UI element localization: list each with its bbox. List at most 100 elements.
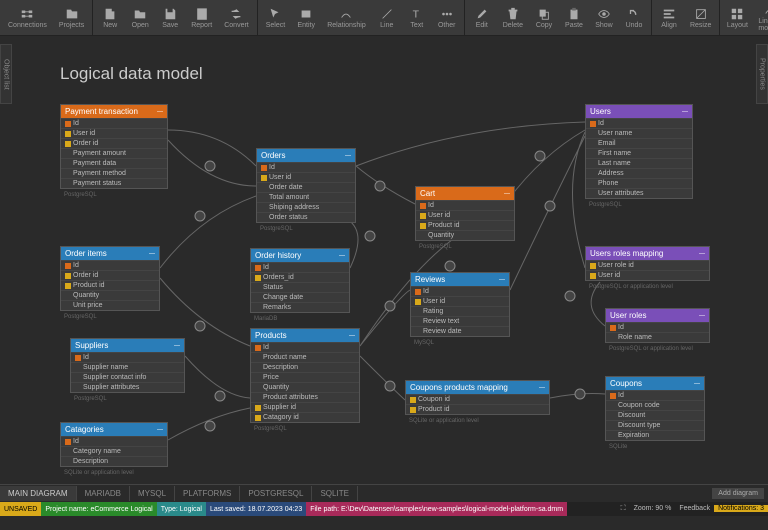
entity-field[interactable]: Id [606, 390, 704, 400]
undo-button[interactable]: Undo [619, 0, 649, 35]
collapse-icon[interactable]: — [539, 385, 545, 391]
report-button[interactable]: Report [185, 0, 218, 35]
entity-field[interactable]: Id [61, 260, 159, 270]
entity-field[interactable]: Order date [257, 182, 355, 192]
resize-button[interactable]: Resize [684, 0, 717, 35]
entity-field[interactable]: Product name [251, 352, 359, 362]
text-button[interactable]: TText [402, 0, 432, 35]
entity-field[interactable]: Rating [411, 306, 509, 316]
entity-categories[interactable]: Catagories—IdCategory nameDescription [60, 422, 168, 467]
entity-usersroles[interactable]: Users roles mapping—User role idUser id [585, 246, 710, 281]
entity-field[interactable]: Quantity [416, 230, 514, 240]
entity-field[interactable]: User name [586, 128, 692, 138]
collapse-icon[interactable]: — [699, 251, 705, 257]
notifications-badge[interactable]: Notifications: 3 [714, 505, 768, 512]
other-button[interactable]: Other [432, 0, 462, 35]
entity-field[interactable]: First name [586, 148, 692, 158]
entity-field[interactable]: Payment data [61, 158, 167, 168]
entity-coupons[interactable]: Coupons—IdCoupon codeDiscountDiscount ty… [605, 376, 705, 441]
entity-field[interactable]: Id [251, 342, 359, 352]
entity-reviews[interactable]: Reviews—IdUser idRatingReview textReview… [410, 272, 510, 337]
entity-header[interactable]: Payment transaction— [61, 105, 167, 118]
entity-header[interactable]: Orders— [257, 149, 355, 162]
show-button[interactable]: Show [589, 0, 619, 35]
tab-mariadb[interactable]: MARIADB [77, 486, 130, 501]
entity-field[interactable]: Orders_id [251, 272, 349, 282]
entity-field[interactable]: Supplier contact info [71, 372, 184, 382]
tab-sqlite[interactable]: SQLITE [312, 486, 357, 501]
entity-header[interactable]: Coupons products mapping— [406, 381, 549, 394]
collapse-icon[interactable]: — [157, 109, 163, 115]
collapse-icon[interactable]: — [149, 251, 155, 257]
entity-header[interactable]: Cart— [416, 187, 514, 200]
fit-icon[interactable]: ⛶ [617, 505, 630, 513]
entity-field[interactable]: Phone [586, 178, 692, 188]
relationship-button[interactable]: Relationship [321, 0, 372, 35]
entity-field[interactable]: Review date [411, 326, 509, 336]
entity-payment[interactable]: Payment transaction—IdUser idOrder idPay… [60, 104, 168, 189]
entity-header[interactable]: Products— [251, 329, 359, 342]
entity-field[interactable]: Last name [586, 158, 692, 168]
entity-field[interactable]: Id [586, 118, 692, 128]
entity-header[interactable]: Coupons— [606, 377, 704, 390]
entity-header[interactable]: Reviews— [411, 273, 509, 286]
collapse-icon[interactable]: — [499, 277, 505, 283]
entity-field[interactable]: Order id [61, 138, 167, 148]
entity-field[interactable]: Id [257, 162, 355, 172]
entity-field[interactable]: Total amount [257, 192, 355, 202]
entity-field[interactable]: Review text [411, 316, 509, 326]
entity-header[interactable]: Order history— [251, 249, 349, 262]
entity-field[interactable]: Category name [61, 446, 167, 456]
entity-field[interactable]: Discount type [606, 420, 704, 430]
entity-field[interactable]: Shiping address [257, 202, 355, 212]
open-button[interactable]: Open [125, 0, 155, 35]
collapse-icon[interactable]: — [694, 381, 700, 387]
entity-field[interactable]: Coupon code [606, 400, 704, 410]
entity-field[interactable]: Description [251, 362, 359, 372]
entity-field[interactable]: Id [71, 352, 184, 362]
tab-main-diagram[interactable]: MAIN DIAGRAM [0, 486, 77, 501]
diagram-canvas[interactable]: Object list Properties Logical data mode… [0, 36, 768, 484]
feedback-link[interactable]: Feedback [675, 505, 714, 512]
copy-button[interactable]: Copy [529, 0, 559, 35]
tab-postgresql[interactable]: POSTGRESQL [240, 486, 312, 501]
entity-field[interactable]: User id [61, 128, 167, 138]
new-button[interactable]: New [95, 0, 125, 35]
collapse-icon[interactable]: — [345, 153, 351, 159]
entity-field[interactable]: User id [416, 210, 514, 220]
entity-field[interactable]: Id [61, 436, 167, 446]
entity-userroles[interactable]: User roles—IdRole name [605, 308, 710, 343]
entity-couponsmap[interactable]: Coupons products mapping—Coupon idProduc… [405, 380, 550, 415]
entity-field[interactable]: User id [411, 296, 509, 306]
entity-field[interactable]: Order id [61, 270, 159, 280]
properties-tab[interactable]: Properties [756, 44, 768, 104]
entity-button[interactable]: Entity [291, 0, 321, 35]
entity-header[interactable]: Catagories— [61, 423, 167, 436]
entity-field[interactable]: Unit price [61, 300, 159, 310]
linemode-button[interactable]: Line mode [752, 0, 768, 35]
save-button[interactable]: Save [155, 0, 185, 35]
delete-button[interactable]: Delete [497, 0, 529, 35]
entity-orderitems[interactable]: Order items—IdOrder idProduct idQuantity… [60, 246, 160, 311]
collapse-icon[interactable]: — [699, 313, 705, 319]
entity-field[interactable]: Quantity [61, 290, 159, 300]
entity-field[interactable]: Coupon id [406, 394, 549, 404]
tab-mysql[interactable]: MYSQL [130, 486, 175, 501]
entity-orders[interactable]: Orders—IdUser idOrder dateTotal amountSh… [256, 148, 356, 223]
entity-field[interactable]: Supplier attributes [71, 382, 184, 392]
entity-header[interactable]: User roles— [606, 309, 709, 322]
edit-button[interactable]: Edit [467, 0, 497, 35]
align-button[interactable]: Align [654, 0, 684, 35]
entity-field[interactable]: Catagory id [251, 412, 359, 422]
entity-field[interactable]: User id [257, 172, 355, 182]
entity-field[interactable]: User attributes [586, 188, 692, 198]
entity-cart[interactable]: Cart—IdUser idProduct idQuantity [415, 186, 515, 241]
entity-field[interactable]: Id [606, 322, 709, 332]
entity-field[interactable]: Role name [606, 332, 709, 342]
entity-suppliers[interactable]: Suppliers—IdSupplier nameSupplier contac… [70, 338, 185, 393]
projects-button[interactable]: Projects [53, 0, 90, 35]
entity-field[interactable]: Product id [61, 280, 159, 290]
status-zoom[interactable]: Zoom: 90 % [630, 505, 676, 512]
entity-products[interactable]: Products—IdProduct nameDescriptionPriceQ… [250, 328, 360, 423]
entity-field[interactable]: Id [411, 286, 509, 296]
